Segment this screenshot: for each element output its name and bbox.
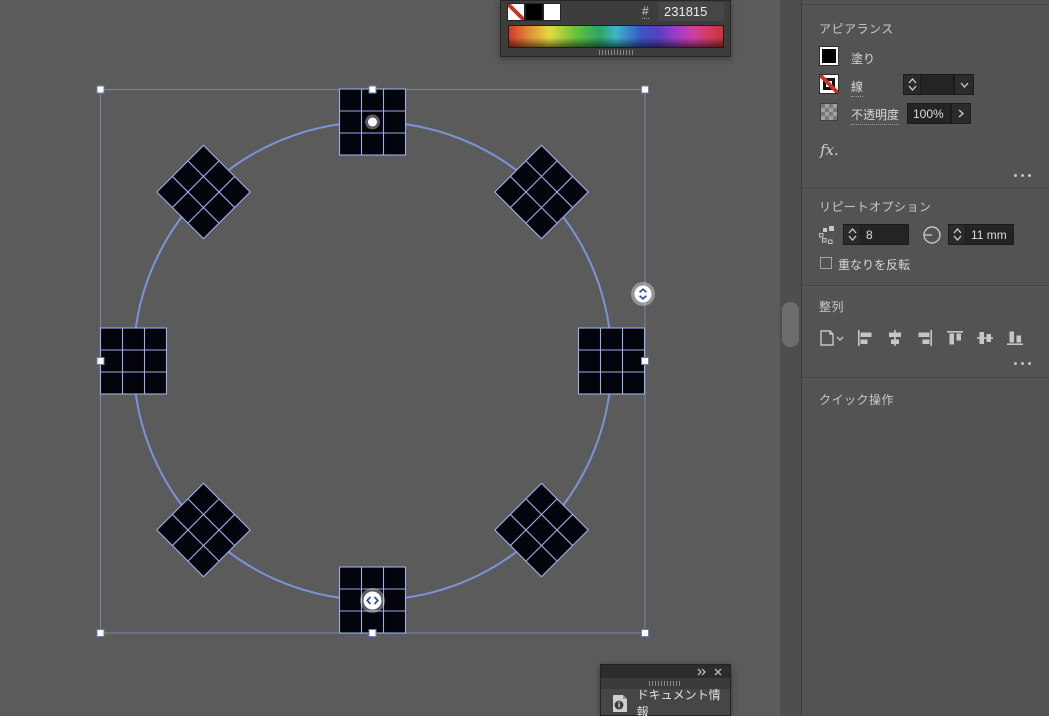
stepper-up-icon xyxy=(908,78,916,84)
fx-effects-button[interactable]: fx. xyxy=(820,141,839,159)
handle-mid-right[interactable] xyxy=(641,357,649,365)
align-vertical-center-button[interactable] xyxy=(974,328,996,348)
align-v-center-icon xyxy=(977,332,993,344)
tile-top-left[interactable] xyxy=(156,144,251,240)
vertical-scrollbar-thumb[interactable] xyxy=(782,302,799,347)
instance-count-stepper[interactable] xyxy=(843,224,860,245)
handle-top-left[interactable] xyxy=(96,85,105,94)
repeat-options-section-title: リピートオプション xyxy=(819,200,932,214)
tile-right[interactable] xyxy=(577,327,646,395)
stroke-weight-stepper[interactable] xyxy=(903,74,920,95)
handle-bottom-left[interactable] xyxy=(96,629,105,637)
document-info-tab[interactable]: ドキュメント情報 xyxy=(601,688,730,716)
hex-value-input[interactable] xyxy=(658,2,724,21)
document-info-tab-label: ドキュメント情報 xyxy=(636,688,721,716)
align-section-title: 整列 xyxy=(819,300,845,314)
appearance-section-title: アピアランス xyxy=(819,22,894,36)
opacity-input[interactable] xyxy=(907,103,951,124)
stroke-label[interactable]: 線 xyxy=(851,78,864,97)
quick-actions-section-title: クイック操作 xyxy=(819,393,895,407)
stepper-down-icon xyxy=(908,85,916,91)
radius-stepper[interactable] xyxy=(948,224,965,245)
handle-mid-left[interactable] xyxy=(96,357,105,365)
panel-top-divider xyxy=(802,4,1049,5)
fill-swatch[interactable] xyxy=(819,46,839,66)
stepper-up-icon xyxy=(848,228,856,234)
properties-panel: アピアランス 塗り 線 不透明度 fx. リピートオプション xyxy=(801,0,1049,716)
section-divider xyxy=(802,377,1049,378)
chevron-right-icon xyxy=(958,109,964,118)
align-horizontal-center-button[interactable] xyxy=(884,328,906,348)
stroke-weight-input[interactable] xyxy=(920,74,954,95)
document-info-panel: ドキュメント情報 xyxy=(600,664,731,716)
align-h-center-icon xyxy=(889,330,901,346)
handle-top-center[interactable] xyxy=(368,85,377,94)
stepper-up-icon xyxy=(953,228,961,234)
align-to-artboard-icon xyxy=(820,330,844,346)
document-info-titlebar[interactable] xyxy=(601,665,730,678)
tile-left[interactable] xyxy=(99,327,168,395)
align-vertical-bottom-button[interactable] xyxy=(1004,328,1026,348)
collapse-to-icons-icon[interactable] xyxy=(696,666,708,677)
tile-top-right[interactable] xyxy=(494,144,589,240)
color-panel: # xyxy=(500,0,731,57)
radius-input[interactable] xyxy=(965,224,1014,245)
align-horizontal-left-button[interactable] xyxy=(854,328,876,348)
handle-bottom-center[interactable] xyxy=(368,629,377,637)
color-spectrum-bar[interactable] xyxy=(508,25,724,48)
appearance-more-options[interactable] xyxy=(1014,172,1038,178)
instance-count-widget[interactable] xyxy=(631,282,655,306)
stroke-swatch[interactable] xyxy=(819,74,839,94)
panel-resize-grip[interactable] xyxy=(599,50,635,55)
align-left-icon xyxy=(858,330,872,346)
handle-top-right[interactable] xyxy=(641,85,649,94)
align-more-options[interactable] xyxy=(1014,360,1038,366)
chevron-down-icon xyxy=(960,82,968,88)
align-horizontal-right-button[interactable] xyxy=(914,328,936,348)
opacity-options-button[interactable] xyxy=(951,103,971,124)
anchor-point[interactable] xyxy=(365,114,380,130)
instance-count-input[interactable] xyxy=(860,224,909,245)
handle-bottom-right[interactable] xyxy=(641,629,649,637)
close-icon[interactable] xyxy=(712,666,724,677)
tile-bottom-right[interactable] xyxy=(494,482,589,578)
align-right-icon xyxy=(918,330,932,346)
align-to-selector[interactable] xyxy=(816,328,846,348)
hex-hash-label[interactable]: # xyxy=(642,4,649,19)
opacity-label[interactable]: 不透明度 xyxy=(851,106,900,125)
vertical-scrollbar-track[interactable] xyxy=(780,0,801,716)
fill-label[interactable]: 塗り xyxy=(851,50,875,67)
swatch-black[interactable] xyxy=(525,3,543,21)
align-vertical-top-button[interactable] xyxy=(944,328,966,348)
opacity-swatch[interactable] xyxy=(820,103,838,121)
swatch-white[interactable] xyxy=(543,3,561,21)
instance-count-icon xyxy=(819,226,834,244)
radius-icon xyxy=(923,226,941,244)
tile-bottom-left[interactable] xyxy=(156,482,251,578)
section-divider xyxy=(802,285,1049,286)
radial-repeat-tiles[interactable] xyxy=(99,88,646,634)
reverse-overlap-checkbox[interactable] xyxy=(820,257,832,269)
reverse-overlap-label[interactable]: 重なりを反転 xyxy=(838,256,910,273)
stepper-down-icon xyxy=(953,235,961,241)
align-top-icon xyxy=(947,331,963,345)
radius-widget[interactable] xyxy=(360,588,385,613)
section-divider xyxy=(802,188,1049,189)
stepper-down-icon xyxy=(848,235,856,241)
document-info-icon xyxy=(613,694,627,712)
align-bottom-icon xyxy=(1007,331,1023,345)
swatch-none[interactable] xyxy=(507,3,525,21)
stroke-weight-dropdown[interactable] xyxy=(954,74,974,95)
illustrator-workspace: # アピアランス 塗り 線 不透明度 fx. リピートオプション xyxy=(0,0,1049,716)
